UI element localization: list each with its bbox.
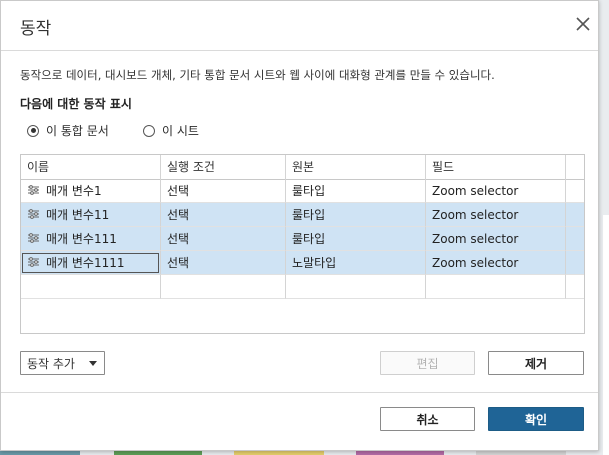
source-cell: 룰타입 xyxy=(286,179,426,203)
actions-dialog: 동작 동작으로 데이터, 대시보드 개체, 기타 통합 문서 시트와 웹 사이에… xyxy=(0,0,599,451)
trigger-cell: 선택 xyxy=(161,179,286,203)
name-cell: 매개 변수111 xyxy=(21,227,161,251)
background-app-edge xyxy=(603,215,609,455)
footer-divider xyxy=(1,392,598,393)
filler-cell xyxy=(566,203,584,227)
trigger-cell: 선택 xyxy=(161,203,286,227)
field-cell: Zoom selector xyxy=(426,203,566,227)
add-action-label: 동작 추가 xyxy=(27,356,75,371)
action-name: 매개 변수1 xyxy=(46,184,102,198)
table-row[interactable]: 매개 변수1 선택 룰타입 Zoom selector xyxy=(21,179,584,203)
filler-cell xyxy=(566,227,584,251)
table-header: 이름 실행 조건 원본 필드 xyxy=(21,155,584,180)
source-cell: 룰타입 xyxy=(286,203,426,227)
table-row[interactable]: 매개 변수1111 선택 노말타입 Zoom selector xyxy=(21,251,584,275)
edit-button[interactable]: 편집 xyxy=(380,351,475,375)
filler-cell xyxy=(566,251,584,275)
empty-cell xyxy=(21,275,161,299)
column-header-field[interactable]: 필드 xyxy=(426,155,566,179)
close-icon[interactable] xyxy=(573,14,593,34)
empty-cell xyxy=(426,275,566,299)
table-row[interactable]: 매개 변수111 선택 룰타입 Zoom selector xyxy=(21,227,584,251)
parameter-action-icon xyxy=(27,179,40,203)
action-name: 매개 변수111 xyxy=(46,232,117,246)
field-cell: Zoom selector xyxy=(426,251,566,275)
field-cell: Zoom selector xyxy=(426,179,566,203)
column-header-trigger[interactable]: 실행 조건 xyxy=(161,155,286,179)
parameter-action-icon xyxy=(27,227,40,251)
remove-button[interactable]: 제거 xyxy=(488,351,584,375)
dialog-title: 동작 xyxy=(20,19,52,39)
empty-cell xyxy=(566,275,584,299)
trigger-cell: 선택 xyxy=(161,251,286,275)
table-row[interactable]: 매개 변수11 선택 룰타입 Zoom selector xyxy=(21,203,584,227)
chevron-down-icon xyxy=(89,361,97,366)
cancel-button[interactable]: 취소 xyxy=(380,407,475,431)
empty-cell xyxy=(161,275,286,299)
parameter-action-icon xyxy=(27,203,40,227)
column-header-source[interactable]: 원본 xyxy=(286,155,426,179)
name-cell: 매개 변수11 xyxy=(21,203,161,227)
name-cell: 매개 변수1 xyxy=(21,179,161,203)
radio-label: 이 통합 문서 xyxy=(46,124,109,138)
field-cell: Zoom selector xyxy=(426,227,566,251)
column-header-filler xyxy=(566,155,584,179)
radio-this-sheet[interactable]: 이 시트 xyxy=(143,122,199,139)
dialog-description: 동작으로 데이터, 대시보드 개체, 기타 통합 문서 시트와 웹 사이에 대화… xyxy=(20,68,495,82)
empty-table-row xyxy=(21,275,584,299)
parameter-action-icon xyxy=(27,251,40,275)
ok-button[interactable]: 확인 xyxy=(488,407,584,431)
actions-table: 이름 실행 조건 원본 필드 매개 변수1 선택 룰타입 Zoom select… xyxy=(20,154,585,334)
trigger-cell: 선택 xyxy=(161,227,286,251)
radio-button-selected[interactable] xyxy=(27,124,39,137)
radio-button[interactable] xyxy=(143,124,155,137)
radio-this-workbook[interactable]: 이 통합 문서 xyxy=(27,122,109,139)
header-divider xyxy=(1,50,598,51)
column-header-name[interactable]: 이름 xyxy=(21,155,161,179)
radio-label: 이 시트 xyxy=(162,124,199,138)
add-action-dropdown[interactable]: 동작 추가 xyxy=(20,351,105,375)
empty-cell xyxy=(286,275,426,299)
action-name: 매개 변수11 xyxy=(46,208,110,222)
name-cell: 매개 변수1111 xyxy=(21,251,161,275)
source-cell: 노말타입 xyxy=(286,251,426,275)
show-actions-label: 다음에 대한 동작 표시 xyxy=(20,97,132,111)
filler-cell xyxy=(566,179,584,203)
source-cell: 룰타입 xyxy=(286,227,426,251)
action-name: 매개 변수1111 xyxy=(46,256,125,270)
